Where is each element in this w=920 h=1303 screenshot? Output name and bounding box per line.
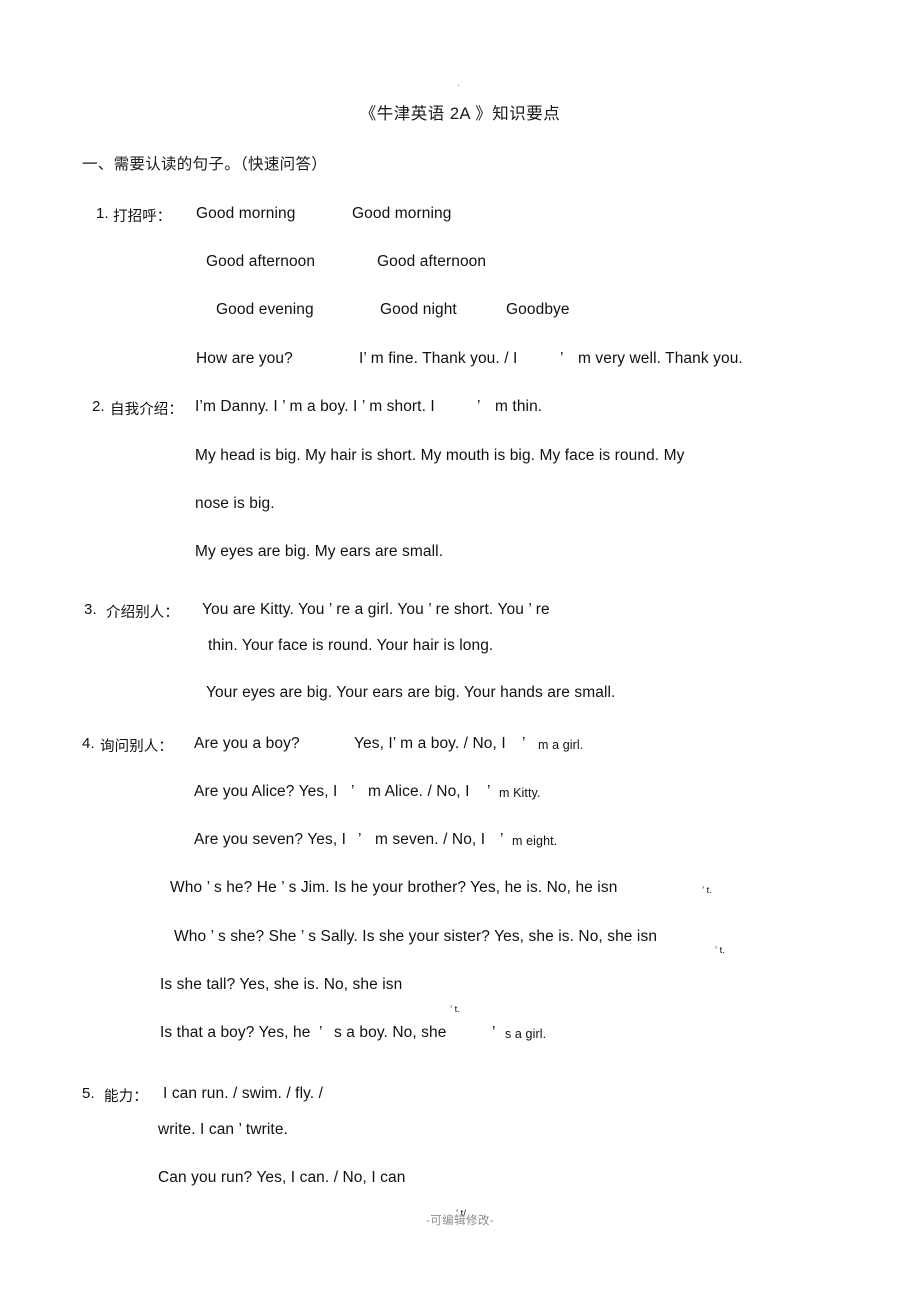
document-page: . 《牛津英语 2A 》知识要点 一、需要认读的句子。（快速问答） 1. 打招呼… [0, 0, 920, 1303]
item1-line4c: ’ [560, 350, 564, 367]
item1-line3c: Goodbye [506, 301, 570, 318]
page-title: 《牛津英语 2A 》知识要点 [359, 105, 561, 123]
item4-line6a: Is she tall? Yes, she is. No, she isn [160, 976, 403, 993]
item2-line1c: m thin. [495, 398, 543, 415]
item3-label: 介绍别人： [106, 605, 179, 621]
item5-label: 能力： [104, 1089, 148, 1105]
item1-line2b: Good afternoon [377, 253, 487, 270]
item1-line4b: I’ m fine. Thank you. / I [359, 350, 518, 367]
item4-number: 4. [82, 735, 95, 752]
item4-line3a: Are you seven? Yes, I [194, 831, 347, 848]
item2-line2: My head is big. My hair is short. My mou… [195, 447, 685, 464]
item1-line2a: Good afternoon [206, 253, 316, 270]
item5-line1: I can run. / swim. / fly. / [163, 1085, 324, 1102]
item1-line4a: How are you? [196, 350, 293, 367]
item4-line7a: Is that a boy? Yes, he [160, 1024, 311, 1041]
item4-line2b: ’ [351, 783, 355, 800]
item4-line7d: ’ [492, 1024, 496, 1041]
item4-line2a: Are you Alice? Yes, I [194, 783, 338, 800]
item4-line1b: Yes, I’ m a boy. / No, I [354, 735, 506, 752]
item4-line3b: ’ [358, 831, 362, 848]
item1-line3b: Good night [380, 301, 457, 318]
item3-line2: thin. Your face is round. Your hair is l… [208, 637, 494, 654]
item4-line5a: Who ’ s she? She ’ s Sally. Is she your … [174, 928, 658, 945]
item1-line3a: Good evening [216, 301, 314, 318]
item4-line2d: ’ [487, 783, 491, 800]
top-dot-mark: . [457, 77, 461, 89]
item4-line1c: ’ [522, 735, 526, 752]
item4-line1a: Are you a boy? [194, 735, 300, 752]
item4-line5b: ’ t. [715, 945, 726, 956]
item3-number: 3. [84, 601, 97, 618]
item2-line1b: ’ [477, 398, 481, 415]
item4-line3c: m seven. / No, I [375, 831, 490, 848]
item1-number: 1. [96, 205, 109, 222]
item2-line3: nose is big. [195, 495, 275, 512]
item4-line1d: m a girl. [538, 738, 584, 752]
section-one-heading: 一、需要认读的句子。（快速问答） [82, 156, 328, 173]
item1-line1a: Good morning [196, 205, 296, 222]
item4-line7e: s a girl. [505, 1027, 547, 1041]
item1-line4d: m very well. Thank you. [578, 350, 743, 367]
page-footer: -可编辑修改- [426, 1215, 494, 1227]
item4-line2e: m Kitty. [499, 786, 541, 800]
item4-line6b: ’ t. [450, 1004, 461, 1015]
item4-line4a: Who ’ s he? He ’ s Jim. Is he your broth… [170, 879, 618, 896]
item5-number: 5. [82, 1085, 95, 1102]
item3-line1: You are Kitty. You ’ re a girl. You ’ re… [202, 601, 550, 618]
item4-line2c: m Alice. / No, I [368, 783, 474, 800]
item1-line1b: Good morning [352, 205, 452, 222]
item3-line3: Your eyes are big. Your ears are big. Yo… [206, 684, 616, 701]
item4-line3e: m eight. [512, 834, 558, 848]
item4-line3d: ’ [500, 831, 504, 848]
item2-line4: My eyes are big. My ears are small. [195, 543, 444, 560]
item4-line7c: s a boy. No, she [334, 1024, 451, 1041]
item2-label: 自我介绍： [110, 402, 183, 418]
item4-line4b: ’ t. [702, 885, 713, 896]
item1-label: 打招呼： [113, 209, 172, 225]
item2-number: 2. [92, 398, 105, 415]
item5-line3a: Can you run? Yes, I can. / No, I can [158, 1169, 406, 1186]
item2-line1: I’m Danny. I ’ m a boy. I ’ m short. I [195, 398, 435, 415]
item5-line2: write. I can ’ twrite. [158, 1121, 288, 1138]
item4-label: 询问别人： [100, 739, 173, 755]
item4-line7b: ’ [319, 1024, 323, 1041]
